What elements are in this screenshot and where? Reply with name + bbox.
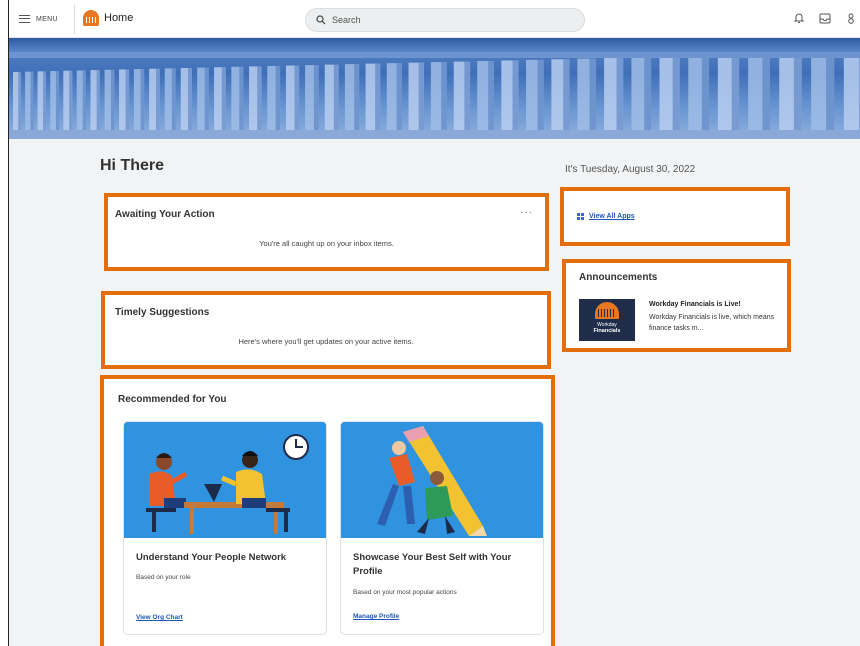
people-network-illustration bbox=[124, 422, 326, 538]
home-link[interactable]: Home bbox=[83, 10, 133, 26]
top-bar: MENU Home bbox=[9, 0, 860, 38]
profile-subtitle: Based on your most popular actions bbox=[353, 589, 457, 596]
awaiting-action-title: Awaiting Your Action bbox=[115, 209, 215, 220]
app-window: MENU Home Hi There It's Tuesday, bbox=[8, 0, 860, 646]
divider bbox=[74, 4, 75, 34]
top-icons bbox=[793, 11, 857, 25]
profile-illustration bbox=[341, 422, 543, 538]
home-label: Home bbox=[104, 12, 134, 24]
view-all-apps-label: View All Apps bbox=[589, 213, 635, 220]
banner-image bbox=[9, 38, 860, 139]
awaiting-action-card: Awaiting Your Action ··· You're all caug… bbox=[104, 193, 549, 271]
date-text: It's Tuesday, August 30, 2022 bbox=[565, 164, 696, 175]
people-network-title: Understand Your People Network bbox=[136, 552, 287, 563]
timely-suggestions-message: Here's where you'll get updates on your … bbox=[238, 337, 414, 346]
search-input[interactable] bbox=[332, 15, 562, 25]
announcement-body: Workday Financials is live, which means … bbox=[649, 314, 775, 332]
announcements-card: Announcements Workday Financials Workday… bbox=[562, 259, 791, 352]
more-options-icon[interactable]: ··· bbox=[520, 207, 533, 218]
apps-card: View All Apps bbox=[560, 187, 790, 246]
view-all-apps-link[interactable]: View All Apps bbox=[577, 213, 635, 220]
manage-profile-link[interactable]: Manage Profile bbox=[353, 613, 399, 620]
profile-title: Showcase Your Best Self with Your Profil… bbox=[353, 552, 512, 577]
inbox-icon[interactable] bbox=[819, 11, 831, 25]
search-bar[interactable] bbox=[305, 8, 585, 32]
profile-icon[interactable] bbox=[845, 11, 857, 25]
announcements-title: Announcements bbox=[579, 272, 658, 283]
bell-icon[interactable] bbox=[793, 11, 805, 25]
apps-grid-icon bbox=[577, 213, 584, 220]
profile-card[interactable]: Showcase Your Best Self with Your Profil… bbox=[340, 421, 544, 635]
rotunda-icon bbox=[595, 302, 619, 319]
view-org-chart-link[interactable]: View Org Chart bbox=[136, 614, 183, 621]
workday-logo-icon bbox=[83, 10, 99, 26]
page-title: Hi There bbox=[100, 157, 165, 174]
recommended-title: Recommended for You bbox=[118, 394, 227, 405]
awaiting-action-message: You're all caught up on your inbox items… bbox=[259, 239, 394, 248]
announcement-title[interactable]: Workday Financials is Live! bbox=[649, 301, 741, 308]
menu-label: MENU bbox=[36, 15, 58, 23]
timely-suggestions-card: Timely Suggestions Here's where you'll g… bbox=[101, 291, 551, 369]
people-network-subtitle: Based on your role bbox=[136, 574, 191, 581]
thumbnail-line2: Financials bbox=[593, 328, 621, 334]
recommended-card: Recommended for You Understand Your Peop… bbox=[100, 375, 555, 646]
menu-button[interactable]: MENU bbox=[19, 10, 58, 28]
hamburger-icon bbox=[19, 15, 30, 23]
people-network-card[interactable]: Understand Your People Network Based on … bbox=[123, 421, 327, 635]
search-icon bbox=[316, 15, 326, 25]
timely-suggestions-title: Timely Suggestions bbox=[115, 307, 210, 318]
announcement-thumbnail[interactable]: Workday Financials bbox=[579, 299, 635, 341]
